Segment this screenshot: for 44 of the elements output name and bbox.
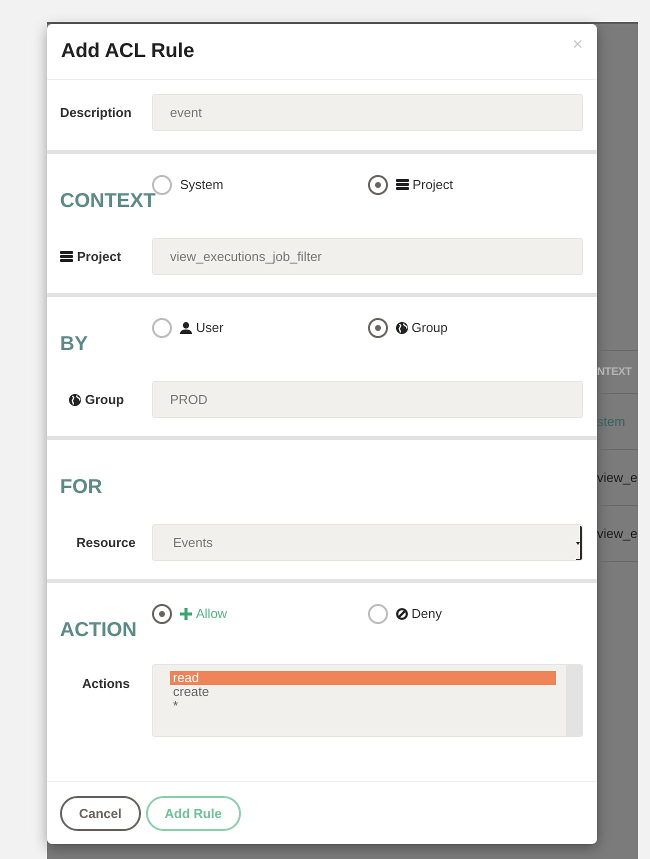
field-label: Group [85, 392, 124, 407]
table-cell: stem [597, 394, 638, 450]
radio-button[interactable] [368, 174, 388, 194]
ban-icon [396, 608, 408, 620]
column-header: NTEXT [597, 351, 638, 394]
option-label: Allow [196, 606, 228, 621]
stack-icon [396, 179, 408, 190]
option-label: Project [412, 177, 453, 192]
caret-icon [576, 542, 580, 545]
actions-list[interactable]: read create * [152, 664, 583, 737]
input-field[interactable]: PROD [152, 381, 583, 418]
table-cell: view_e [597, 450, 638, 506]
option-label: Group [412, 320, 448, 335]
radio-button[interactable] [152, 318, 172, 338]
field-label: Description [60, 105, 133, 120]
section-heading: FOR [60, 476, 104, 499]
option-label: Deny [412, 606, 442, 621]
list-option[interactable]: * [170, 699, 556, 713]
cancel-button[interactable]: Cancel [60, 796, 141, 831]
option-label: System [180, 177, 224, 192]
user-icon [180, 322, 192, 334]
radio-button[interactable] [368, 318, 388, 338]
dialog-title: Add ACL Rule [61, 40, 194, 63]
input-field[interactable]: view_executions_job_filter [152, 238, 583, 275]
radio-button[interactable] [368, 604, 388, 624]
list-option[interactable]: create [170, 685, 556, 699]
globe-icon [396, 322, 408, 334]
table-cell: view_e [597, 506, 638, 562]
option-label: User [196, 320, 224, 335]
globe-icon [69, 394, 81, 406]
list-option[interactable]: read [170, 671, 556, 685]
radio-button[interactable] [152, 604, 172, 624]
radio-button[interactable] [152, 174, 172, 194]
field-label: Project [77, 249, 122, 264]
stack-icon [60, 251, 73, 262]
section-heading: BY [60, 333, 89, 356]
field-label: Resource [76, 535, 136, 550]
plus-icon [180, 608, 192, 620]
scrollbar[interactable] [566, 665, 582, 736]
resource-select[interactable]: Events [152, 524, 583, 561]
field-label: Actions [82, 676, 130, 691]
input-field[interactable]: event [152, 94, 583, 131]
section-heading: ACTION [60, 619, 138, 642]
add-rule-button[interactable]: Add Rule [146, 796, 241, 831]
